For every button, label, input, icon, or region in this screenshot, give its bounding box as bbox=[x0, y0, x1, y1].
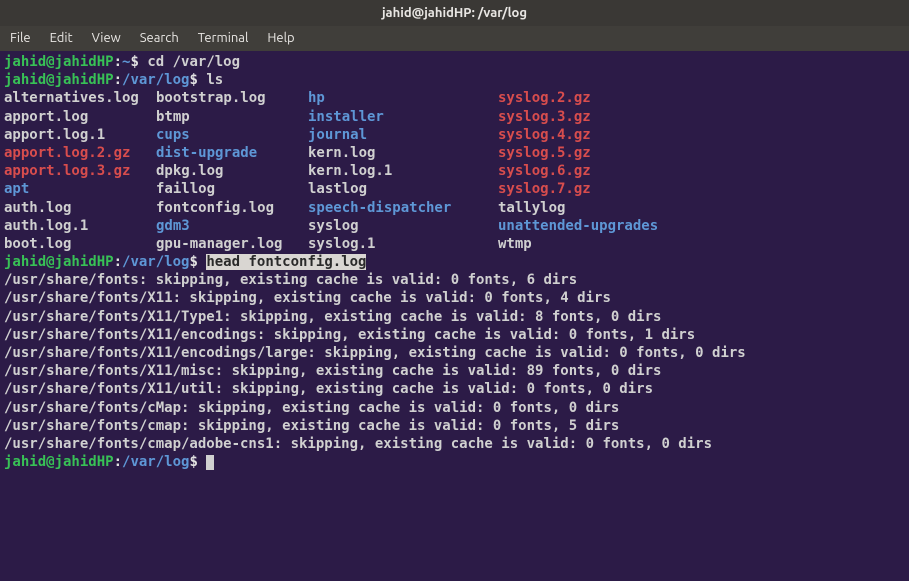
output-line: /usr/share/fonts/X11/util: skipping, exi… bbox=[4, 380, 905, 398]
terminal-area[interactable]: jahid@jahidHP:~$ cd /var/log jahid@jahid… bbox=[0, 51, 909, 581]
ls-row: aptfailloglastlogsyslog.7.gz bbox=[4, 180, 905, 198]
output-line: /usr/share/fonts/cMap: skipping, existin… bbox=[4, 399, 905, 417]
ls-entry: kern.log bbox=[308, 144, 498, 162]
output-line: /usr/share/fonts/cmap/adobe-cns1: skippi… bbox=[4, 435, 905, 453]
ls-row: apport.log.1cupsjournalsyslog.4.gz bbox=[4, 126, 905, 144]
ls-entry: gpu-manager.log bbox=[156, 235, 308, 253]
menubar: File Edit View Search Terminal Help bbox=[0, 26, 909, 51]
ls-entry: dist-upgrade bbox=[156, 144, 308, 162]
prompt-path: /var/log bbox=[122, 454, 189, 470]
prompt-symbol: $ bbox=[189, 254, 197, 270]
window-title: jahid@jahidHP: /var/log bbox=[382, 6, 527, 20]
ls-entry: apport.log.1 bbox=[4, 126, 156, 144]
ls-entry: gdm3 bbox=[156, 217, 308, 235]
ls-entry: wtmp bbox=[498, 235, 532, 253]
ls-entry: auth.log bbox=[4, 199, 156, 217]
ls-entry: hp bbox=[308, 89, 498, 107]
ls-entry: alternatives.log bbox=[4, 89, 156, 107]
prompt-symbol: $ bbox=[189, 454, 197, 470]
ls-entry: apport.log.2.gz bbox=[4, 144, 156, 162]
ls-entry: installer bbox=[308, 108, 498, 126]
ls-row: auth.log.1gdm3syslogunattended-upgrades bbox=[4, 217, 905, 235]
prompt-user-host: jahid@jahidHP bbox=[4, 454, 114, 470]
output-line: /usr/share/fonts/X11: skipping, existing… bbox=[4, 289, 905, 307]
window-titlebar: jahid@jahidHP: /var/log bbox=[0, 0, 909, 26]
prompt-user-host: jahid@jahidHP bbox=[4, 54, 114, 70]
ls-entry: fontconfig.log bbox=[156, 199, 308, 217]
prompt-symbol: $ bbox=[189, 72, 197, 88]
ls-entry: bootstrap.log bbox=[156, 89, 308, 107]
ls-entry: apt bbox=[4, 180, 156, 198]
prompt-path: /var/log bbox=[122, 254, 189, 270]
ls-row: apport.logbtmpinstallersyslog.3.gz bbox=[4, 108, 905, 126]
menu-terminal[interactable]: Terminal bbox=[190, 28, 257, 48]
head-output: /usr/share/fonts: skipping, existing cac… bbox=[4, 271, 905, 453]
prompt-line: jahid@jahidHP:/var/log$ bbox=[4, 454, 214, 470]
ls-entry: btmp bbox=[156, 108, 308, 126]
ls-entry: boot.log bbox=[4, 235, 156, 253]
ls-entry: unattended-upgrades bbox=[498, 217, 658, 235]
output-line: /usr/share/fonts/X11/misc: skipping, exi… bbox=[4, 362, 905, 380]
ls-entry: syslog.3.gz bbox=[498, 108, 591, 126]
ls-entry: dpkg.log bbox=[156, 162, 308, 180]
ls-entry: syslog.2.gz bbox=[498, 89, 591, 107]
ls-entry: apport.log bbox=[4, 108, 156, 126]
menu-view[interactable]: View bbox=[84, 28, 129, 48]
ls-entry: syslog.4.gz bbox=[498, 126, 591, 144]
ls-entry: auth.log.1 bbox=[4, 217, 156, 235]
prompt-symbol: $ bbox=[130, 54, 138, 70]
ls-entry: journal bbox=[308, 126, 498, 144]
ls-row: apport.log.3.gzdpkg.logkern.log.1syslog.… bbox=[4, 162, 905, 180]
menu-edit[interactable]: Edit bbox=[42, 28, 81, 48]
cursor-icon bbox=[206, 455, 214, 470]
cmd-head: head fontconfig.log bbox=[206, 254, 366, 270]
ls-entry: syslog.5.gz bbox=[498, 144, 591, 162]
menu-search[interactable]: Search bbox=[132, 28, 187, 48]
prompt-path: /var/log bbox=[122, 72, 189, 88]
ls-row: apport.log.2.gzdist-upgradekern.logsyslo… bbox=[4, 144, 905, 162]
prompt-line: jahid@jahidHP:/var/log$ head fontconfig.… bbox=[4, 254, 366, 270]
menu-file[interactable]: File bbox=[2, 28, 39, 48]
ls-entry: tallylog bbox=[498, 199, 565, 217]
ls-entry: cups bbox=[156, 126, 308, 144]
ls-output: alternatives.logbootstrap.loghpsyslog.2.… bbox=[4, 89, 905, 253]
prompt-user-host: jahid@jahidHP bbox=[4, 72, 114, 88]
ls-entry: syslog.7.gz bbox=[498, 180, 591, 198]
cmd-ls: ls bbox=[206, 72, 223, 88]
output-line: /usr/share/fonts/cmap: skipping, existin… bbox=[4, 417, 905, 435]
cmd-cd: cd /var/log bbox=[147, 54, 240, 70]
ls-entry: kern.log.1 bbox=[308, 162, 498, 180]
output-line: /usr/share/fonts/X11/Type1: skipping, ex… bbox=[4, 308, 905, 326]
ls-entry: apport.log.3.gz bbox=[4, 162, 156, 180]
prompt-line: jahid@jahidHP:~$ cd /var/log bbox=[4, 54, 240, 70]
ls-row: auth.logfontconfig.logspeech-dispatchert… bbox=[4, 199, 905, 217]
prompt-line: jahid@jahidHP:/var/log$ ls bbox=[4, 72, 223, 88]
ls-entry: lastlog bbox=[308, 180, 498, 198]
prompt-user-host: jahid@jahidHP bbox=[4, 254, 114, 270]
ls-entry: speech-dispatcher bbox=[308, 199, 498, 217]
ls-entry: syslog.6.gz bbox=[498, 162, 591, 180]
ls-entry: faillog bbox=[156, 180, 308, 198]
menu-help[interactable]: Help bbox=[259, 28, 302, 48]
output-line: /usr/share/fonts/X11/encodings/large: sk… bbox=[4, 344, 905, 362]
output-line: /usr/share/fonts/X11/encodings: skipping… bbox=[4, 326, 905, 344]
ls-entry: syslog bbox=[308, 217, 498, 235]
ls-row: boot.loggpu-manager.logsyslog.1wtmp bbox=[4, 235, 905, 253]
ls-row: alternatives.logbootstrap.loghpsyslog.2.… bbox=[4, 89, 905, 107]
output-line: /usr/share/fonts: skipping, existing cac… bbox=[4, 271, 905, 289]
ls-entry: syslog.1 bbox=[308, 235, 498, 253]
